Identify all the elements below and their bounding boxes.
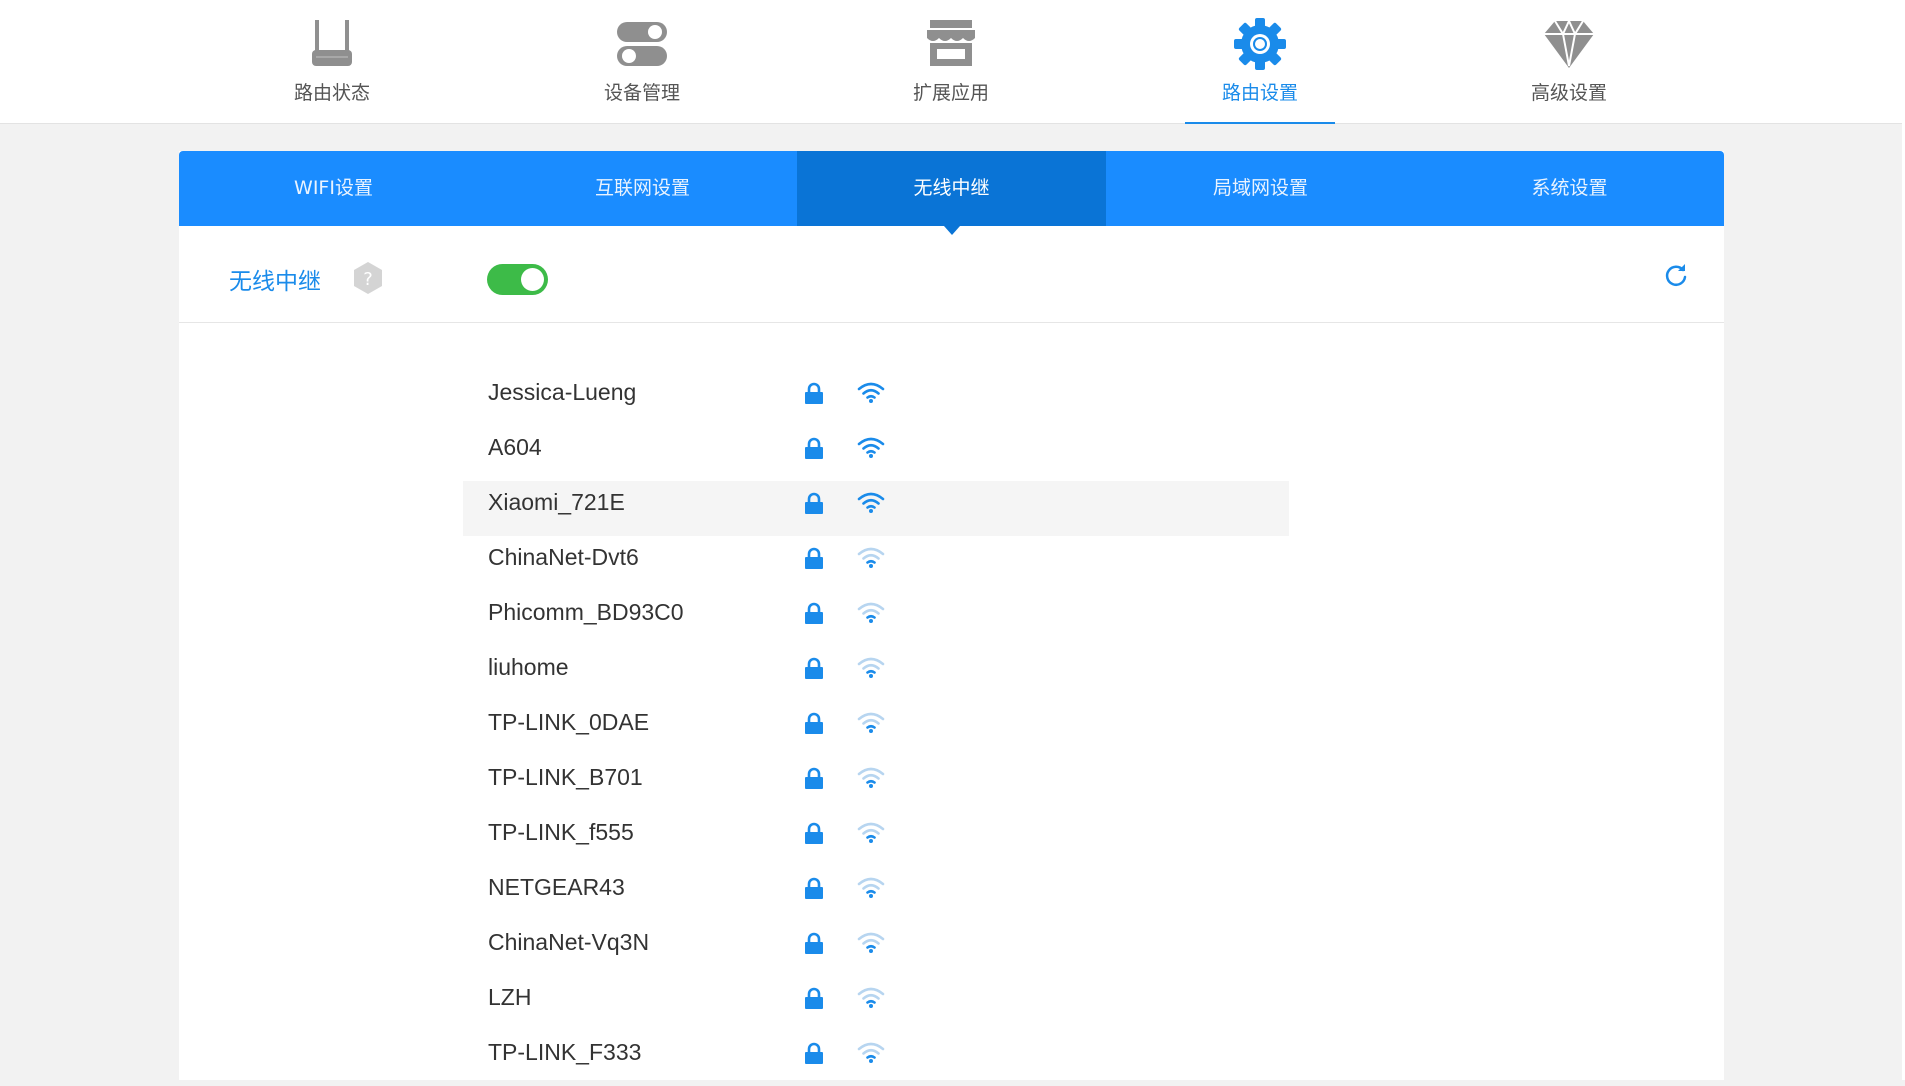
diamond-icon: [1544, 18, 1594, 68]
settings-tabbar: WIFI设置 互联网设置 无线中继 局域网设置 系统设置: [179, 151, 1724, 235]
top-navigation: 路由状态 设备管理 扩展应用 路由设置 高级设置: [0, 0, 1902, 124]
refresh-icon[interactable]: [1662, 262, 1690, 290]
wifi-signal-icon: [856, 765, 886, 789]
nav-item-advanced-settings[interactable]: 高级设置: [1494, 0, 1644, 124]
network-row[interactable]: Phicomm_BD93C0: [463, 591, 1289, 646]
lock-icon: [804, 437, 824, 459]
lock-icon: [804, 382, 824, 404]
lock-icon: [804, 877, 824, 899]
tab-internet-settings[interactable]: 互联网设置: [488, 151, 797, 226]
wifi-signal-icon: [856, 490, 886, 514]
help-icon[interactable]: ?: [352, 261, 384, 295]
network-ssid: A604: [488, 434, 542, 460]
network-ssid: Phicomm_BD93C0: [488, 599, 684, 625]
nav-item-extensions[interactable]: 扩展应用: [876, 0, 1026, 124]
network-ssid: LZH: [488, 984, 532, 1010]
network-row[interactable]: TP-LINK_F333: [463, 1031, 1289, 1086]
wifi-signal-icon: [856, 985, 886, 1009]
nav-item-router-status[interactable]: 路由状态: [257, 0, 407, 124]
lock-icon: [804, 932, 824, 954]
tab-wireless-relay[interactable]: 无线中继: [797, 151, 1106, 235]
wifi-signal-icon: [856, 875, 886, 899]
nav-label: 设备管理: [603, 82, 680, 104]
lock-icon: [804, 547, 824, 569]
wifi-signal-icon: [856, 435, 886, 459]
network-ssid: NETGEAR43: [488, 874, 625, 900]
lock-icon: [804, 602, 824, 624]
network-row[interactable]: NETGEAR43: [463, 866, 1289, 921]
network-row[interactable]: liuhome: [463, 646, 1289, 701]
network-row[interactable]: ChinaNet-Dvt6: [463, 536, 1289, 591]
help-glyph: ?: [363, 269, 373, 290]
toggle-knob: [521, 268, 544, 291]
wifi-signal-icon: [856, 930, 886, 954]
toggle-switches-icon: [617, 22, 667, 66]
lock-icon: [804, 987, 824, 1009]
network-row[interactable]: Jessica-Lueng: [463, 371, 1289, 426]
nav-label: 高级设置: [1530, 82, 1607, 104]
network-row[interactable]: TP-LINK_0DAE: [463, 701, 1289, 756]
wifi-signal-icon: [856, 545, 886, 569]
network-row[interactable]: TP-LINK_f555: [463, 811, 1289, 866]
wifi-signal-icon: [856, 1040, 886, 1064]
tab-lan-settings[interactable]: 局域网设置: [1106, 151, 1415, 226]
relay-toggle[interactable]: [487, 264, 548, 295]
nav-label: 路由设置: [1221, 82, 1298, 104]
wifi-signal-icon: [856, 820, 886, 844]
settings-card: WIFI设置 互联网设置 无线中继 局域网设置 系统设置 无线中继 ? Jess…: [179, 151, 1724, 1080]
wifi-signal-icon: [856, 380, 886, 404]
network-ssid: TP-LINK_F333: [488, 1039, 642, 1065]
nav-item-device-management[interactable]: 设备管理: [567, 0, 717, 124]
network-row[interactable]: A604: [463, 426, 1289, 481]
network-ssid: TP-LINK_B701: [488, 764, 643, 790]
relay-header: 无线中继 ?: [179, 226, 1724, 323]
lock-icon: [804, 657, 824, 679]
gear-icon: [1234, 18, 1286, 70]
store-icon: [927, 20, 975, 66]
lock-icon: [804, 492, 824, 514]
network-row[interactable]: ChinaNet-Vq3N: [463, 921, 1289, 976]
wifi-network-list: Jessica-Lueng A604 Xiaomi_721E ChinaNet-Dvt…: [463, 371, 1289, 1086]
network-ssid: Jessica-Lueng: [488, 379, 637, 405]
network-ssid: Xiaomi_721E: [488, 489, 625, 515]
router-icon: [312, 20, 352, 66]
network-row[interactable]: Xiaomi_721E: [463, 481, 1289, 536]
lock-icon: [804, 767, 824, 789]
nav-label: 路由状态: [293, 82, 370, 104]
wifi-signal-icon: [856, 600, 886, 624]
relay-title: 无线中继: [229, 269, 321, 295]
lock-icon: [804, 1042, 824, 1064]
nav-item-router-settings[interactable]: 路由设置: [1185, 0, 1335, 124]
lock-icon: [804, 822, 824, 844]
nav-label: 扩展应用: [912, 82, 989, 104]
network-row[interactable]: TP-LINK_B701: [463, 756, 1289, 811]
network-ssid: ChinaNet-Vq3N: [488, 929, 650, 955]
tab-system-settings[interactable]: 系统设置: [1415, 151, 1724, 226]
lock-icon: [804, 712, 824, 734]
network-ssid: ChinaNet-Dvt6: [488, 544, 639, 570]
wifi-signal-icon: [856, 710, 886, 734]
network-row[interactable]: LZH: [463, 976, 1289, 1031]
network-ssid: TP-LINK_0DAE: [488, 709, 650, 735]
wifi-signal-icon: [856, 655, 886, 679]
network-ssid: TP-LINK_f555: [488, 819, 634, 845]
tab-wifi-settings[interactable]: WIFI设置: [179, 151, 488, 226]
network-ssid: liuhome: [488, 654, 569, 680]
